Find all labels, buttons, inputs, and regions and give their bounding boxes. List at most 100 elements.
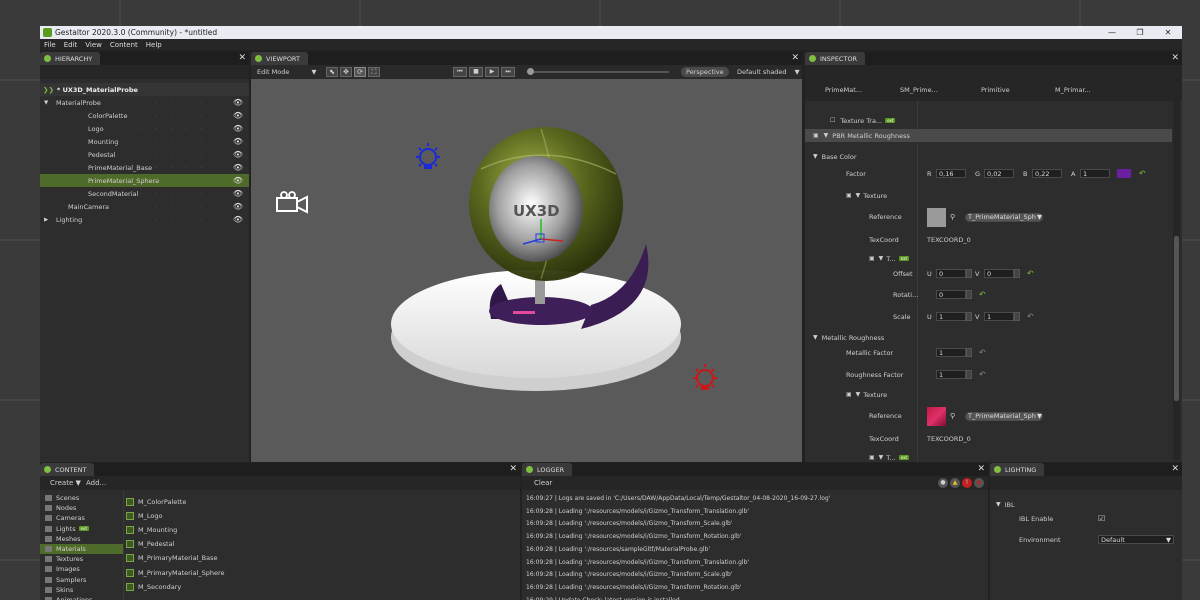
hierarchy-row[interactable]: SecondMaterial · · · · · · 👁 <box>40 187 249 200</box>
camera-icon[interactable] <box>276 191 308 214</box>
mesh-icon[interactable]: · <box>170 177 177 185</box>
mr-texture-header[interactable]: ▣ ▼ Texture <box>805 388 1172 401</box>
hierarchy-close-icon[interactable]: ✕ <box>238 52 246 65</box>
link-icon[interactable]: · <box>200 203 207 211</box>
category-item[interactable]: Samplers <box>40 575 123 585</box>
lightbulb-icon[interactable]: · <box>140 190 147 198</box>
reference-dropdown[interactable]: T_PrimeMaterial_Sph ▼ <box>965 212 1043 222</box>
pin-icon[interactable]: · <box>215 151 222 159</box>
asset-item[interactable]: M_ColorPalette <box>126 495 520 508</box>
light-bulb-blue-icon[interactable] <box>416 143 440 169</box>
color-swatch[interactable] <box>1117 169 1131 178</box>
roughness-factor-input[interactable]: 1 <box>936 370 966 379</box>
camera-icon[interactable]: · <box>155 99 162 107</box>
base-color-header[interactable]: ▼ Base Color <box>805 150 1172 163</box>
reset-offset-icon[interactable]: ↶ <box>1027 269 1034 278</box>
scale-v-spinner[interactable] <box>1014 312 1020 321</box>
texture-thumbnail[interactable] <box>927 207 946 227</box>
link-icon[interactable]: · <box>200 138 207 146</box>
hierarchy-row[interactable]: Pedestal · · · · · · 👁 <box>40 148 249 161</box>
eye-icon[interactable]: 👁 <box>233 163 243 172</box>
rotation-input[interactable]: 0 <box>936 290 966 299</box>
hierarchy-row[interactable]: ColorPalette · · · · · · 👁 <box>40 109 249 122</box>
mr-magnifier-icon[interactable]: ⚲ <box>950 412 955 420</box>
info-filter-icon[interactable]: ● <box>938 478 948 488</box>
skin-icon[interactable]: · <box>185 138 192 146</box>
add-button[interactable]: Add... <box>86 479 106 487</box>
mesh-icon[interactable]: · <box>170 216 177 224</box>
projection-toggle[interactable]: Perspective <box>681 67 729 77</box>
mesh-icon[interactable]: · <box>170 203 177 211</box>
mesh-icon[interactable]: · <box>170 138 177 146</box>
camera-icon[interactable]: · <box>155 125 162 133</box>
r-input[interactable]: 0,16 <box>936 169 966 178</box>
mesh-icon[interactable]: · <box>170 164 177 172</box>
rotation-spinner[interactable] <box>966 290 972 299</box>
tab-inspector[interactable]: INSPECTOR <box>805 52 866 65</box>
pin-icon[interactable]: · <box>215 203 222 211</box>
category-item[interactable]: Materials <box>40 544 123 554</box>
pin-icon[interactable]: · <box>215 138 222 146</box>
scale-u-input[interactable]: 1 <box>936 312 966 321</box>
camera-icon[interactable]: · <box>155 112 162 120</box>
clear-button[interactable]: Clear <box>534 479 552 487</box>
warning-filter-icon[interactable]: ▲ <box>950 478 960 488</box>
lighting-close-icon[interactable]: ✕ <box>1171 463 1179 476</box>
camera-icon[interactable]: · <box>155 203 162 211</box>
eye-icon[interactable]: 👁 <box>233 189 243 198</box>
metallic-factor-input[interactable]: 1 <box>936 348 966 357</box>
category-item[interactable]: Lights ext <box>40 524 123 534</box>
lightbulb-icon[interactable]: · <box>140 125 147 133</box>
menu-file[interactable]: File <box>44 41 56 49</box>
category-item[interactable]: Cameras <box>40 513 123 523</box>
mesh-icon[interactable]: · <box>170 112 177 120</box>
breadcrumb-item-2[interactable]: SM_Prime... <box>900 86 938 94</box>
lightbulb-icon[interactable]: · <box>140 203 147 211</box>
mesh-icon[interactable]: · <box>170 99 177 107</box>
roughness-spinner[interactable] <box>966 370 972 379</box>
error-filter-icon[interactable]: ! <box>962 478 972 488</box>
category-item[interactable]: Nodes <box>40 503 123 513</box>
asset-item[interactable]: M_PrimaryMaterial_Sphere <box>126 566 520 579</box>
skin-icon[interactable]: · <box>185 125 192 133</box>
hierarchy-row[interactable]: MainCamera · · · · · · 👁 <box>40 200 249 213</box>
content-close-icon[interactable]: ✕ <box>509 463 517 476</box>
asset-item[interactable]: M_PrimaryMaterial_Base <box>126 552 520 565</box>
metallic-spinner[interactable] <box>966 348 972 357</box>
menu-help[interactable]: Help <box>146 41 162 49</box>
logger-close-icon[interactable]: ✕ <box>977 463 985 476</box>
lightbulb-icon[interactable]: · <box>140 164 147 172</box>
tab-lighting[interactable]: LIGHTING <box>990 463 1045 476</box>
breadcrumb-item-1[interactable]: PrimeMat... <box>825 86 862 94</box>
category-item[interactable]: Skins <box>40 585 123 595</box>
mesh-icon[interactable]: · <box>170 190 177 198</box>
mr-texture-thumbnail[interactable] <box>927 406 946 426</box>
skin-icon[interactable]: · <box>185 177 192 185</box>
tab-logger[interactable]: LOGGER <box>522 463 573 476</box>
link-icon[interactable]: · <box>200 190 207 198</box>
eye-icon[interactable]: 👁 <box>233 150 243 159</box>
timeline-handle[interactable] <box>527 68 534 75</box>
asset-item[interactable]: M_Logo <box>126 509 520 522</box>
pbr-section-header[interactable]: ▣ ▼ PBR Metallic Roughness <box>805 129 1172 142</box>
b-input[interactable]: 0,22 <box>1032 169 1062 178</box>
scale-v-input[interactable]: 1 <box>984 312 1014 321</box>
timeline-slider[interactable] <box>527 68 669 75</box>
transform-header[interactable]: ▣ ▼ T... ext <box>805 252 1172 265</box>
reset-metallic-icon[interactable]: ↶ <box>979 348 986 357</box>
scale-u-spinner[interactable] <box>966 312 972 321</box>
breadcrumb-item-4[interactable]: M_Primar... <box>1055 86 1091 94</box>
collapse-arrow-icon[interactable]: ▼ <box>44 100 52 106</box>
camera-icon[interactable]: · <box>155 164 162 172</box>
link-icon[interactable]: · <box>200 112 207 120</box>
offset-u-input[interactable]: 0 <box>936 269 966 278</box>
skin-icon[interactable]: · <box>185 190 192 198</box>
g-input[interactable]: 0,02 <box>984 169 1014 178</box>
transform-toggle-icon[interactable]: ▣ <box>869 255 875 262</box>
minimize-icon[interactable]: — <box>1098 28 1126 37</box>
create-dropdown[interactable]: Create ▼ <box>50 479 81 487</box>
inspector-scrollbar[interactable] <box>1173 101 1180 460</box>
menu-view[interactable]: View <box>85 41 102 49</box>
viewport-scene[interactable]: UX3D <box>251 79 802 462</box>
eye-icon[interactable]: 👁 <box>233 215 243 224</box>
